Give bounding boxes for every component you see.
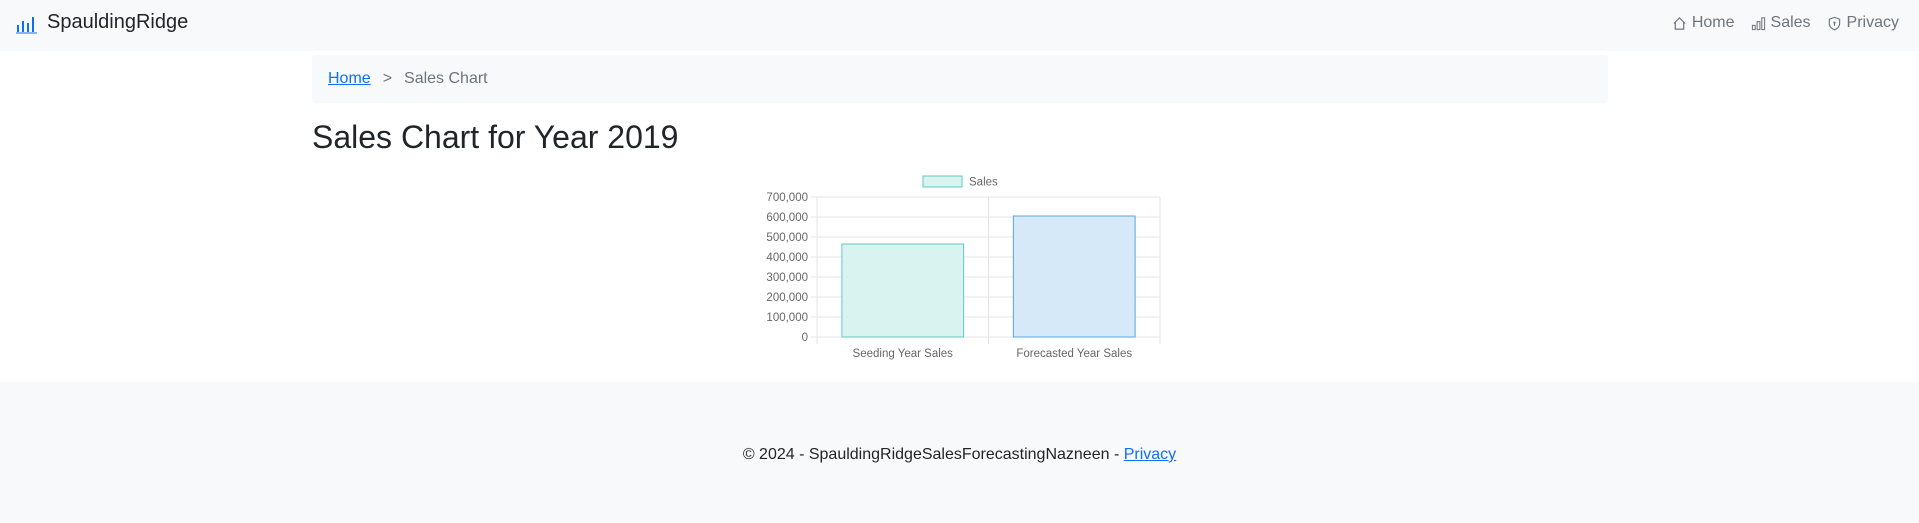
footer-copyright: © 2024 - SpauldingRidgeSalesForecastingN…	[742, 446, 1124, 463]
bar-chart-icon	[16, 16, 37, 33]
brand-name[interactable]: SpauldingRidge	[47, 11, 188, 34]
bar	[841, 243, 965, 338]
y-tick-label: 400,000	[766, 252, 808, 264]
breadcrumb-separator: >	[382, 70, 393, 87]
nav-privacy-label: Privacy	[1846, 14, 1899, 31]
shield-icon	[1828, 16, 1840, 30]
y-tick-label: 0	[802, 332, 808, 344]
legend-label: Sales	[969, 177, 998, 189]
legend-swatch	[922, 175, 963, 188]
bar-chart-icon	[1751, 16, 1765, 30]
breadcrumb: Home > Sales Chart	[312, 55, 1608, 103]
breadcrumb-current: Sales Chart	[404, 70, 488, 87]
x-tick-label: Seeding Year Sales	[853, 348, 954, 360]
nav-home[interactable]: Home	[1672, 14, 1735, 32]
sales-chart: Sales 700,000 600,000 500,000 400,000 300,000…	[740, 166, 1180, 366]
footer-privacy-link[interactable]: Privacy	[1124, 446, 1176, 463]
breadcrumb-home-link[interactable]: Home	[328, 70, 371, 88]
bar	[1012, 215, 1136, 338]
nav-home-label: Home	[1691, 14, 1735, 31]
y-tick-label: 300,000	[766, 272, 808, 284]
y-tick-label: 600,000	[766, 212, 808, 224]
nav-sales-label: Sales	[1770, 14, 1811, 31]
footer-text: © 2024 - SpauldingRidgeSalesForecastingN…	[0, 446, 1919, 464]
y-tick-label: 200,000	[766, 292, 808, 304]
navbar: SpauldingRidge Home Sales Privacy	[0, 0, 1919, 51]
y-tick-label: 700,000	[766, 192, 808, 204]
nav-sales[interactable]: Sales	[1751, 14, 1811, 32]
x-tick-label: Forecasted Year Sales	[1016, 348, 1132, 360]
nav-privacy[interactable]: Privacy	[1827, 14, 1899, 32]
brand[interactable]: SpauldingRidge	[16, 11, 188, 34]
home-icon	[1673, 16, 1686, 30]
nav-links: Home Sales Privacy	[1656, 14, 1899, 32]
y-tick-label: 500,000	[766, 232, 808, 244]
y-tick-label: 100,000	[766, 312, 808, 324]
footer: © 2024 - SpauldingRidgeSalesForecastingN…	[0, 382, 1919, 523]
page-title: Sales Chart for Year 2019	[312, 119, 679, 155]
sales-chart-svg: Sales 700,000 600,000 500,000 400,000 300,000…	[766, 175, 1161, 360]
